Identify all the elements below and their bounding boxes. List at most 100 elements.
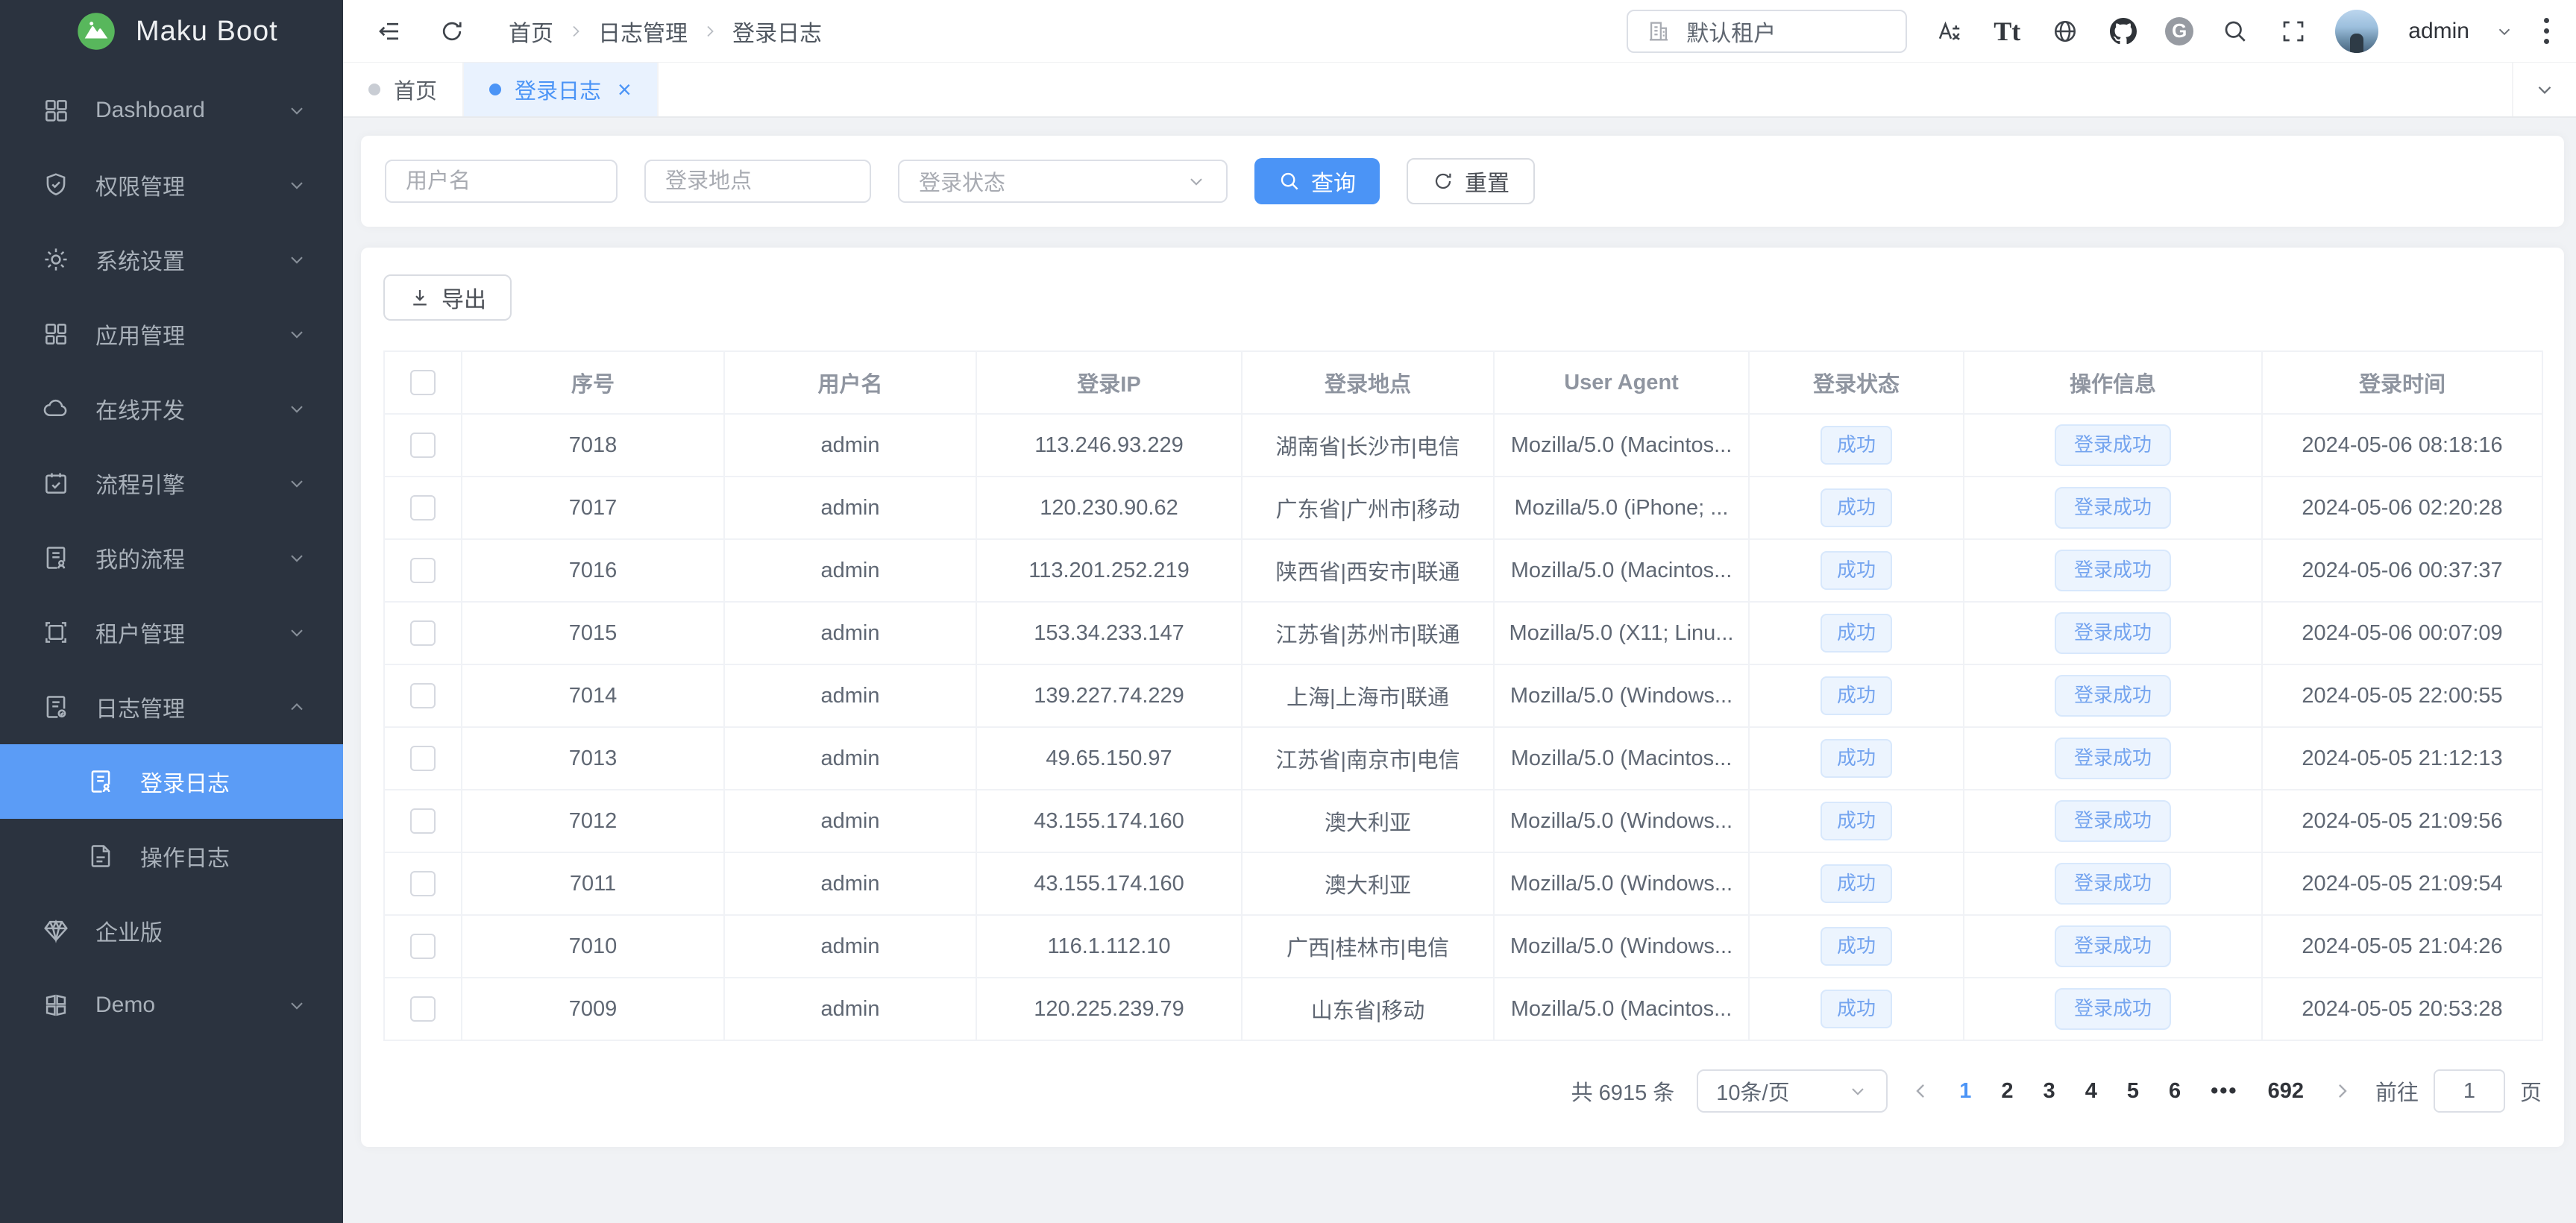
page-size-select[interactable]: 10条/页 (1697, 1069, 1888, 1113)
more-options-icon[interactable] (2539, 13, 2554, 48)
row-checkbox[interactable] (410, 558, 436, 583)
sidebar-item-login-log[interactable]: 登录日志 (0, 744, 343, 819)
goto-page-input[interactable] (2434, 1069, 2505, 1113)
filter-bar: 登录状态 查询 重置 (361, 136, 2564, 227)
row-checkbox[interactable] (410, 620, 436, 646)
page-number-last[interactable]: 692 (2268, 1079, 2304, 1104)
chevron-down-icon (286, 249, 307, 270)
sidebar-item-logs[interactable]: 日志管理 (0, 670, 343, 744)
maku-logo-icon (76, 11, 116, 51)
search-icon[interactable] (2219, 15, 2252, 48)
log-document-icon (42, 693, 70, 721)
reset-button-label: 重置 (1465, 165, 1510, 198)
page-number[interactable]: 1 (1959, 1079, 1971, 1104)
status-filter-select[interactable]: 登录状态 (898, 160, 1228, 203)
row-checkbox[interactable] (410, 934, 436, 959)
breadcrumb-current: 登录日志 (732, 15, 822, 48)
app-logo[interactable]: Maku Boot (0, 0, 343, 63)
select-all-checkbox[interactable] (410, 370, 436, 395)
chevron-right-icon (567, 22, 585, 40)
apps-icon (42, 320, 70, 348)
location-filter-input[interactable] (644, 160, 871, 203)
gitee-icon[interactable]: G (2165, 17, 2193, 45)
page-number[interactable]: 5 (2127, 1079, 2139, 1104)
page-number[interactable]: 3 (2043, 1079, 2055, 1104)
row-checkbox[interactable] (410, 683, 436, 708)
status-badge: 成功 (1821, 990, 1892, 1028)
font-size-icon[interactable]: Tt (1991, 15, 2023, 48)
sidebar-menu: Dashboard 权限管理 系统设置 应用管理 在线开发 (0, 63, 343, 1043)
cell-ip: 113.246.93.229 (976, 414, 1242, 477)
row-checkbox[interactable] (410, 996, 436, 1022)
github-icon[interactable] (2107, 15, 2140, 48)
login-log-icon (87, 767, 115, 796)
tab-overflow-button[interactable] (2512, 63, 2576, 116)
column-header-id: 序号 (462, 351, 724, 414)
chevron-down-icon (286, 100, 307, 121)
sidebar-item-demo[interactable]: Demo (0, 968, 343, 1043)
avatar[interactable] (2335, 10, 2378, 53)
cell-time: 2024-05-05 21:09:56 (2262, 790, 2542, 852)
row-checkbox[interactable] (410, 871, 436, 896)
username-filter-input[interactable] (385, 160, 618, 203)
query-button[interactable]: 查询 (1254, 158, 1380, 204)
table-row: 7011 admin 43.155.174.160 澳大利亚 Mozilla/5… (384, 852, 2542, 915)
cell-ip: 139.227.74.229 (976, 664, 1242, 727)
sidebar-item-dashboard[interactable]: Dashboard (0, 73, 343, 148)
table-row: 7016 admin 113.201.252.219 陕西省|西安市|联通 Mo… (384, 539, 2542, 602)
tab-login-log[interactable]: 登录日志 × (464, 63, 659, 116)
close-icon[interactable]: × (618, 78, 632, 101)
row-checkbox[interactable] (410, 746, 436, 771)
fullscreen-icon[interactable] (2277, 15, 2310, 48)
cell-useragent: Mozilla/5.0 (iPhone; ... (1494, 477, 1749, 539)
table-row: 7015 admin 153.34.233.147 江苏省|苏州市|联通 Moz… (384, 602, 2542, 664)
reset-button[interactable]: 重置 (1407, 158, 1535, 204)
row-checkbox[interactable] (410, 433, 436, 458)
search-icon (1278, 170, 1301, 192)
content: 登录状态 查询 重置 导出 (343, 118, 2576, 1223)
row-checkbox[interactable] (410, 808, 436, 834)
frame-icon (42, 618, 70, 647)
translate-icon[interactable] (1932, 15, 1965, 48)
breadcrumb-home[interactable]: 首页 (509, 15, 553, 48)
cell-id: 7017 (462, 477, 724, 539)
sidebar-item-system-settings[interactable]: 系统设置 (0, 222, 343, 297)
breadcrumb-log-management[interactable]: 日志管理 (598, 15, 688, 48)
operation-badge: 登录成功 (2055, 863, 2171, 905)
status-badge: 成功 (1821, 488, 1892, 527)
next-page-icon[interactable] (2331, 1080, 2353, 1102)
diamond-icon (42, 917, 70, 945)
cell-useragent: Mozilla/5.0 (Macintos... (1494, 539, 1749, 602)
tabbar: 首页 登录日志 × (343, 63, 2576, 118)
page-number[interactable]: 4 (2085, 1079, 2097, 1104)
cell-ip: 43.155.174.160 (976, 852, 1242, 915)
collapse-sidebar-icon[interactable] (373, 15, 406, 48)
sidebar-item-workflow[interactable]: 流程引擎 (0, 446, 343, 521)
operation-badge: 登录成功 (2055, 800, 2171, 842)
sidebar-item-enterprise[interactable]: 企业版 (0, 893, 343, 968)
tab-home[interactable]: 首页 (343, 63, 464, 116)
sidebar-item-tenant[interactable]: 租户管理 (0, 595, 343, 670)
export-button[interactable]: 导出 (383, 274, 512, 321)
tenant-select[interactable]: 默认租户 (1627, 10, 1907, 53)
sidebar-item-permissions[interactable]: 权限管理 (0, 148, 343, 222)
prev-page-icon[interactable] (1910, 1080, 1932, 1102)
globe-icon[interactable] (2049, 15, 2082, 48)
page-number[interactable]: 2 (2001, 1079, 2013, 1104)
sidebar-item-my-workflow[interactable]: 我的流程 (0, 521, 343, 595)
chevron-down-icon[interactable] (2495, 22, 2514, 41)
cell-ip: 153.34.233.147 (976, 602, 1242, 664)
row-checkbox[interactable] (410, 495, 436, 521)
main-area: 首页 日志管理 登录日志 默认租户 Tt G (343, 0, 2576, 1223)
demo-grid-icon (42, 991, 70, 1019)
refresh-icon[interactable] (436, 15, 468, 48)
sidebar-item-apps[interactable]: 应用管理 (0, 297, 343, 371)
sidebar-item-online-dev[interactable]: 在线开发 (0, 371, 343, 446)
username-label[interactable]: admin (2408, 19, 2469, 44)
chevron-down-icon (286, 324, 307, 345)
goto-page: 前往 页 (2375, 1069, 2542, 1113)
cell-useragent: Mozilla/5.0 (Macintos... (1494, 978, 1749, 1040)
more-pages-icon[interactable]: ••• (2211, 1079, 2237, 1104)
page-number[interactable]: 6 (2169, 1079, 2181, 1104)
sidebar-item-operation-log[interactable]: 操作日志 (0, 819, 343, 893)
